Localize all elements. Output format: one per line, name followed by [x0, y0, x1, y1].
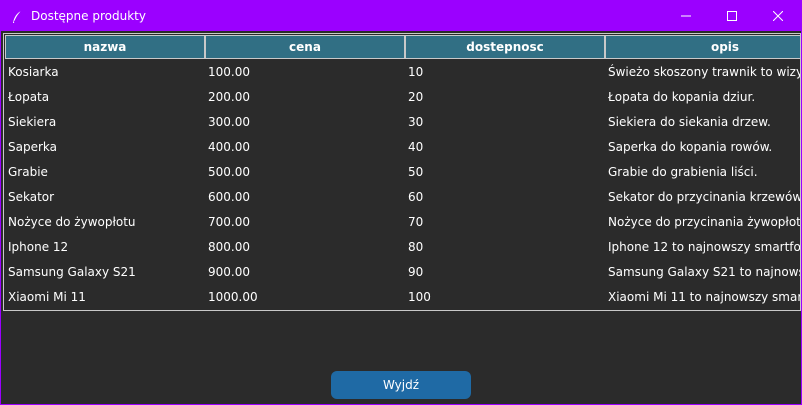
app-window: Dostępne produkty nazwa cena dostepnosc — [1, 1, 801, 404]
cell-opis: Saperka do kopania rowów. — [608, 140, 773, 154]
title-bar[interactable]: Dostępne produkty — [1, 1, 801, 31]
table-body: Kosiarka 100.00 10 Świeżo skoszony trawn… — [4, 60, 801, 310]
cell-dostepnosc: 60 — [408, 190, 424, 204]
cell-cena: 600.00 — [208, 190, 250, 204]
table-row[interactable]: Grabie 500.00 50 Grabie do grabienia liś… — [4, 160, 800, 185]
cell-opis: Sekator do przycinania krzewów. — [608, 190, 801, 204]
cell-nazwa: Iphone 12 — [8, 240, 69, 254]
maximize-button[interactable] — [709, 1, 755, 31]
minimize-button[interactable] — [663, 1, 709, 31]
cell-cena: 400.00 — [208, 140, 250, 154]
feather-icon — [11, 9, 23, 23]
cell-opis: Łopata do kopania dziur. — [608, 90, 756, 104]
cell-opis: Siekiera do siekania drzew. — [608, 115, 771, 129]
cell-dostepnosc: 90 — [408, 265, 424, 279]
minimize-icon — [681, 11, 691, 21]
cell-nazwa: Nożyce do żywopłotu — [8, 215, 136, 229]
cell-opis: Świeżo skoszony trawnik to wizytówka — [608, 65, 801, 79]
cell-cena: 1000.00 — [208, 290, 258, 304]
cell-dostepnosc: 20 — [408, 90, 424, 104]
cell-opis: Xiaomi Mi 11 to najnowszy smartfon — [608, 290, 801, 304]
table-row[interactable]: Łopata 200.00 20 Łopata do kopania dziur… — [4, 85, 800, 110]
cell-cena: 300.00 — [208, 115, 250, 129]
column-header-nazwa[interactable]: nazwa — [5, 35, 205, 59]
cell-nazwa: Łopata — [8, 90, 50, 104]
exit-button[interactable]: Wyjdź — [331, 371, 471, 399]
column-header-opis[interactable]: opis — [605, 35, 800, 59]
column-header-dostepnosc[interactable]: dostepnosc — [405, 35, 605, 59]
table-row[interactable]: Saperka 400.00 40 Saperka do kopania row… — [4, 135, 800, 160]
table-row[interactable]: Sekator 600.00 60 Sekator do przycinania… — [4, 185, 801, 210]
cell-nazwa: Samsung Galaxy S21 — [8, 265, 136, 279]
table-header: nazwa cena dostepnosc opis — [4, 34, 800, 60]
cell-dostepnosc: 50 — [408, 165, 424, 179]
table-row[interactable]: Kosiarka 100.00 10 Świeżo skoszony trawn… — [4, 60, 801, 85]
cell-cena: 100.00 — [208, 65, 250, 79]
cell-nazwa: Saperka — [8, 140, 57, 154]
cell-cena: 900.00 — [208, 265, 250, 279]
cell-nazwa: Sekator — [8, 190, 55, 204]
cell-dostepnosc: 80 — [408, 240, 424, 254]
cell-nazwa: Grabie — [8, 165, 48, 179]
cell-cena: 200.00 — [208, 90, 250, 104]
products-table[interactable]: nazwa cena dostepnosc opis Kosiarka 100.… — [3, 33, 801, 311]
cell-dostepnosc: 30 — [408, 115, 424, 129]
cell-opis: Nożyce do przycinania żywopłotu. — [608, 215, 801, 229]
maximize-icon — [727, 11, 737, 21]
table-row[interactable]: Nożyce do żywopłotu 700.00 70 Nożyce do … — [4, 210, 801, 235]
cell-nazwa: Siekiera — [8, 115, 57, 129]
cell-opis: Grabie do grabienia liści. — [608, 165, 758, 179]
cell-dostepnosc: 10 — [408, 65, 424, 79]
table-row[interactable]: Siekiera 300.00 30 Siekiera do siekania … — [4, 110, 800, 135]
cell-opis: Iphone 12 to najnowszy smartfon firmy — [608, 240, 801, 254]
cell-nazwa: Kosiarka — [8, 65, 59, 79]
cell-dostepnosc: 100 — [408, 290, 431, 304]
cell-opis: Samsung Galaxy S21 to najnowszy smartfon — [608, 265, 800, 279]
window-title: Dostępne produkty — [31, 9, 146, 23]
cell-cena: 800.00 — [208, 240, 250, 254]
table-row[interactable]: Xiaomi Mi 11 1000.00 100 Xiaomi Mi 11 to… — [4, 285, 801, 310]
column-header-cena[interactable]: cena — [205, 35, 405, 59]
table-row[interactable]: Iphone 12 800.00 80 Iphone 12 to najnows… — [4, 235, 801, 260]
cell-dostepnosc: 70 — [408, 215, 424, 229]
table-row[interactable]: Samsung Galaxy S21 900.00 90 Samsung Gal… — [4, 260, 800, 285]
cell-cena: 500.00 — [208, 165, 250, 179]
close-icon — [773, 11, 783, 21]
cell-cena: 700.00 — [208, 215, 250, 229]
cell-dostepnosc: 40 — [408, 140, 424, 154]
cell-nazwa: Xiaomi Mi 11 — [8, 290, 86, 304]
close-button[interactable] — [755, 1, 801, 31]
